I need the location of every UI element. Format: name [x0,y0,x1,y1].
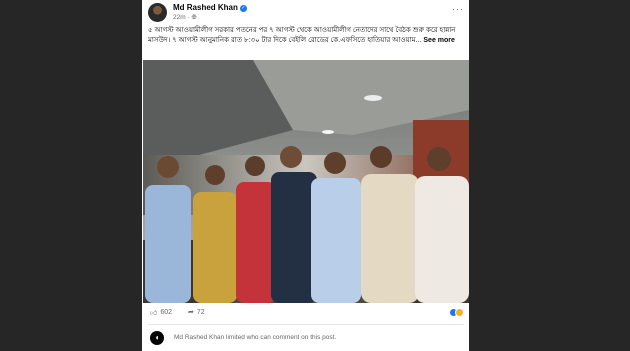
share-arrow-icon: ➦ [188,309,194,316]
haha-reaction-icon [455,308,464,317]
post-photo[interactable] [143,60,469,303]
more-options-icon[interactable]: ··· [452,4,464,14]
reaction-summary[interactable] [449,308,464,317]
author-name-text[interactable]: Md Rashed Khan [173,3,238,12]
caption-text: ৫ আগস্ট আওয়ামীলীগ সরকার পতনের পর ৭ আগস্… [148,27,456,44]
share-action[interactable]: ➦ 72 [188,308,205,317]
post-header: Md Rashed Khan ✓ 22m · 🌐︎ ··· [148,3,464,25]
share-count: 72 [196,308,205,316]
avatar[interactable] [148,3,167,22]
comment-restricted-icon: ◖ [150,331,164,345]
comment-restriction-text: Md Rashed Khan limited who can comment o… [174,334,337,341]
like-count: 602 [160,309,173,316]
thumbs-up-icon: 👍︎ [150,310,158,317]
post-meta: 22m · 🌐︎ [173,14,197,22]
like-action[interactable]: 👍︎ 602 [150,308,172,317]
author-name[interactable]: Md Rashed Khan ✓ [173,3,247,12]
facebook-post: Md Rashed Khan ✓ 22m · 🌐︎ ··· ৫ আগস্ট আওয… [142,0,469,351]
globe-icon: 🌐︎ [191,14,197,21]
verified-badge-icon: ✓ [239,5,247,12]
comment-restriction: ◖ Md Rashed Khan limited who can comment… [148,330,464,346]
see-more-link[interactable]: See more [423,37,455,44]
screen: Md Rashed Khan ✓ 22m · 🌐︎ ··· ৫ আগস্ট আওয… [0,0,630,351]
reactions-bar: 👍︎ 602 ➦ 72 [148,308,464,320]
divider [148,324,464,325]
post-caption: ৫ আগস্ট আওয়ামীলীগ সরকার পতনের পর ৭ আগস্… [148,26,464,46]
photo-image [143,60,469,303]
post-time[interactable]: 22m [173,14,186,21]
